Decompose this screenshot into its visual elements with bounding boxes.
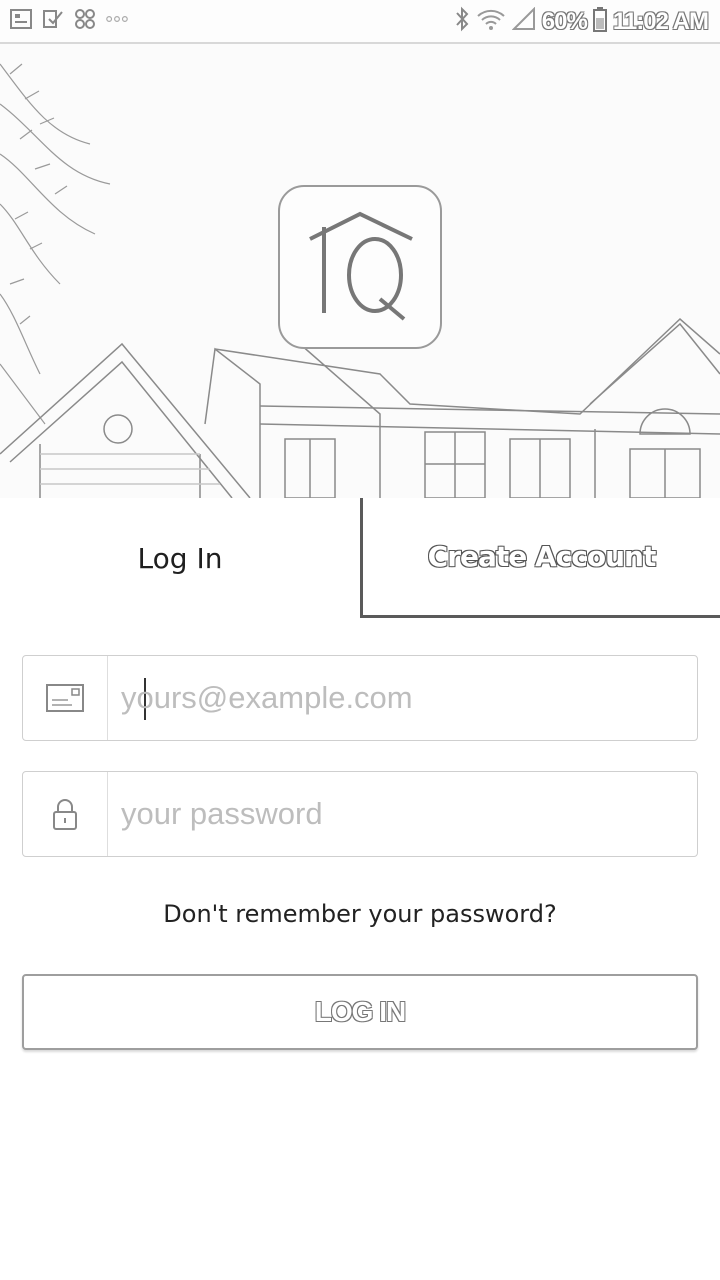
auth-tabs: Log In Create Account (0, 498, 720, 618)
pinwheel-icon (74, 8, 96, 30)
log-in-button[interactable]: LOG IN (22, 974, 698, 1050)
gallery-icon (10, 8, 32, 30)
email-field[interactable] (22, 655, 698, 741)
password-input[interactable] (121, 772, 681, 856)
email-input[interactable] (121, 656, 681, 740)
hero-banner (0, 44, 720, 499)
tab-create-account[interactable]: Create Account (360, 498, 720, 618)
system-indicators: 60% 11:02 AM (454, 6, 709, 37)
lock-icon (23, 772, 108, 856)
check-message-icon (42, 8, 64, 30)
clock: 11:02 AM (612, 7, 709, 35)
tab-log-in-label: Log In (137, 541, 223, 575)
log-in-button-label: LOG IN (314, 996, 406, 1027)
battery-icon (592, 6, 607, 37)
status-bar: 60% 11:02 AM (0, 0, 720, 44)
notification-icons (10, 8, 128, 30)
signal-icon (511, 6, 536, 36)
bluetooth-icon (454, 6, 470, 37)
more-dots-icon (106, 8, 128, 30)
wifi-icon (476, 7, 506, 36)
forgot-password-link[interactable]: Don't remember your password? (0, 900, 720, 928)
envelope-icon (23, 656, 108, 740)
tab-log-in[interactable]: Log In (0, 498, 360, 618)
tab-create-account-label: Create Account (427, 540, 657, 573)
app-logo (278, 185, 442, 349)
house-iq-icon (309, 211, 413, 321)
battery-percentage: 60% (541, 7, 588, 35)
password-field[interactable] (22, 771, 698, 857)
